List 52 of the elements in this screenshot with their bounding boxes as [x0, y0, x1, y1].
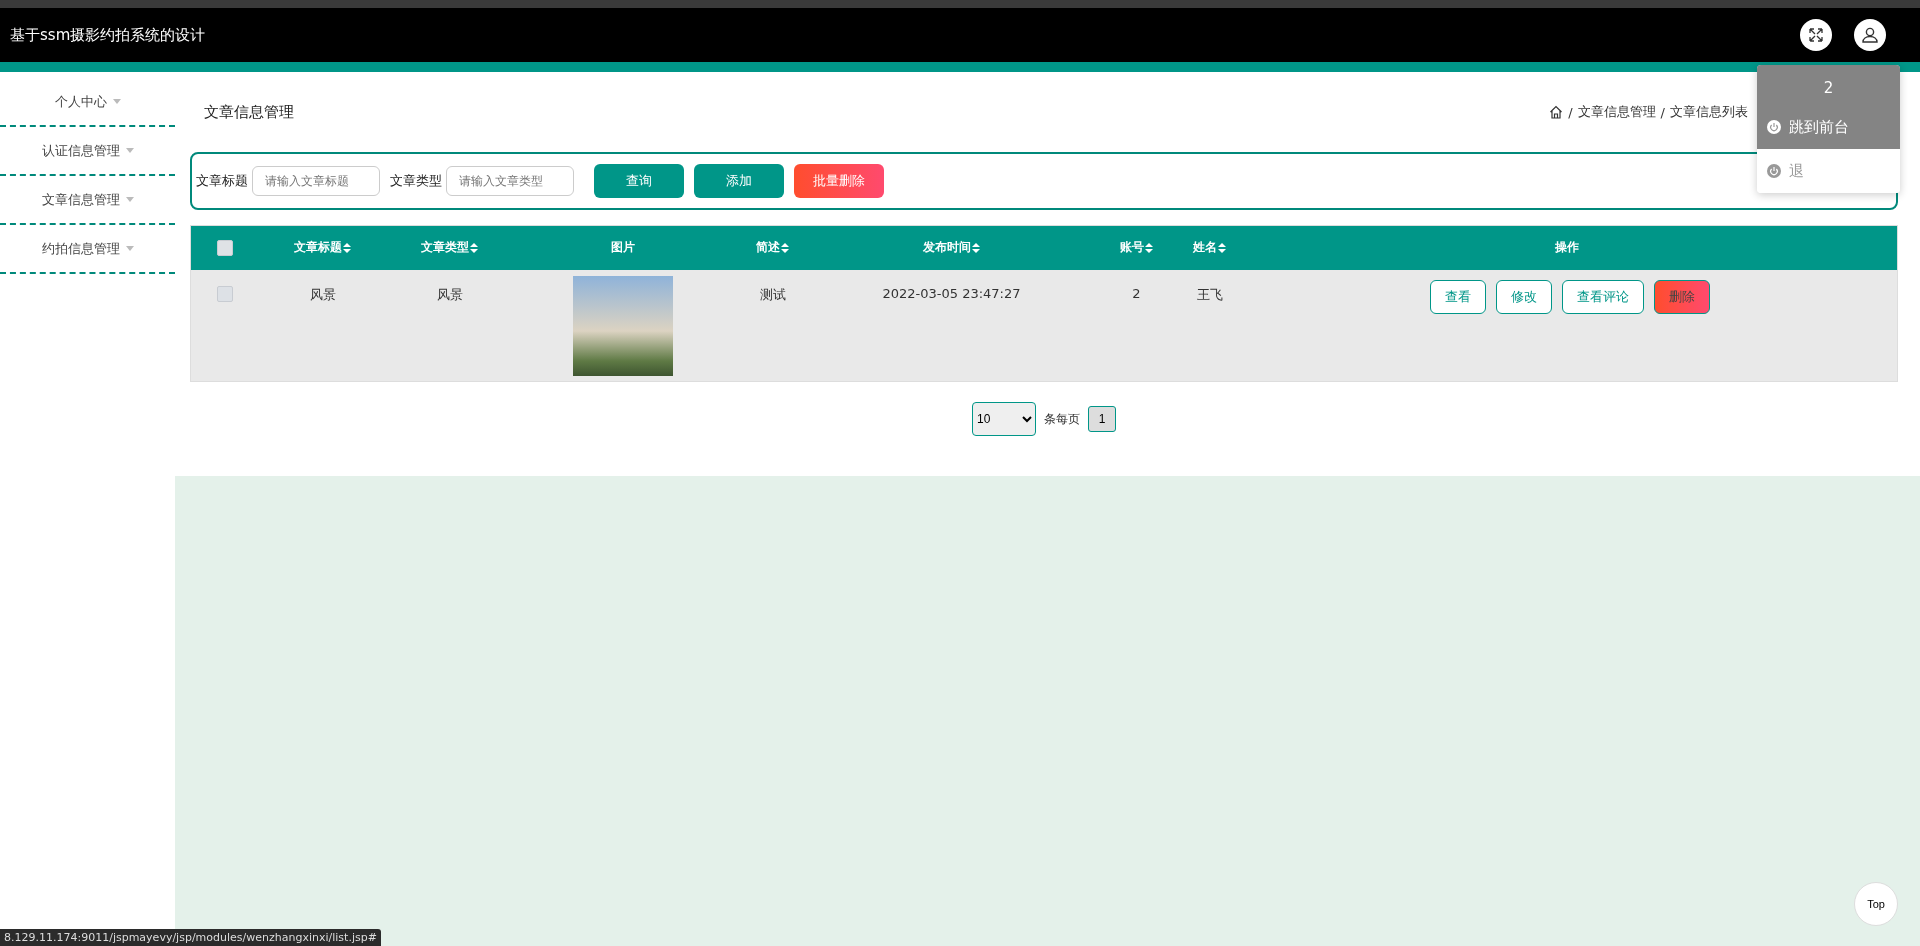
column-header: 图片 [610, 239, 635, 257]
status-bar-url: 8.129.11.174:9011/jspmayevy/jsp/modules/wenzhangxinxi/list.jsp# [0, 929, 381, 946]
action-button[interactable]: 添加 [694, 164, 784, 198]
menu-item[interactable]: 退 [1757, 149, 1900, 193]
caret-down-icon [112, 99, 121, 104]
action-button[interactable]: 查询 [594, 164, 684, 198]
column-header[interactable]: 发布时间 [923, 239, 971, 257]
username: 2 [1757, 65, 1900, 105]
column-header[interactable]: 文章类型 [421, 239, 469, 257]
action-button[interactable]: 修改 [1495, 279, 1552, 314]
page-heading: 文章信息管理 [204, 102, 294, 122]
table-cell: 风景 [436, 286, 463, 302]
page-size-select[interactable]: 10 [972, 402, 1036, 436]
caret-down-icon [125, 197, 134, 202]
action-button[interactable]: 查看 [1429, 279, 1486, 314]
search-field[interactable]: 请输入文章类型 [446, 166, 574, 196]
column-header: 操作 [1554, 239, 1579, 257]
column-header[interactable]: 账号 [1120, 239, 1144, 257]
field-label: 文章类型 [390, 172, 442, 190]
select-all-checkbox[interactable] [216, 239, 233, 256]
fullscreen-button[interactable] [1800, 19, 1832, 51]
menu-item[interactable]: 跳到前台 [1757, 105, 1900, 149]
user-button[interactable] [1854, 19, 1886, 51]
table-cell: 2022-03-05 23:47:27 [882, 285, 1021, 301]
row-checkbox[interactable] [216, 286, 233, 302]
action-button[interactable]: 查看评论 [1561, 279, 1644, 314]
power-icon [1767, 164, 1781, 178]
table-cell: 王飞 [1196, 286, 1223, 302]
column-header[interactable]: 姓名 [1193, 239, 1217, 257]
field-label: 文章标题 [196, 172, 248, 190]
table-cell: 2 [1132, 285, 1141, 301]
search-field[interactable]: 请输入文章标题 [252, 166, 380, 196]
breadcrumb-separator: / [1660, 104, 1665, 120]
breadcrumb-separator: / [1568, 104, 1573, 120]
user-icon [1861, 26, 1879, 44]
site-title: 基于ssm摄影约拍系统的设计 [10, 25, 206, 45]
breadcrumb-item[interactable]: 文章信息列表 [1670, 103, 1748, 121]
home-link[interactable] [1549, 105, 1564, 119]
breadcrumb-item[interactable]: 文章信息管理 [1577, 103, 1656, 121]
caret-down-icon [125, 246, 134, 251]
table-cell: 测试 [759, 286, 786, 302]
column-header[interactable]: 简述 [756, 239, 780, 257]
caret-down-icon [125, 148, 134, 153]
power-icon [1767, 120, 1781, 134]
home-icon [1549, 105, 1564, 119]
per-page-label: 条每页 [1044, 410, 1080, 428]
table-cell: 风景 [309, 286, 336, 302]
page-button[interactable]: 1 [1088, 406, 1116, 432]
delete-button[interactable]: 批量删除 [794, 164, 884, 198]
delete-button[interactable]: 删除 [1653, 279, 1710, 314]
fullscreen-icon [1808, 27, 1824, 43]
column-header[interactable]: 文章标题 [294, 239, 342, 257]
